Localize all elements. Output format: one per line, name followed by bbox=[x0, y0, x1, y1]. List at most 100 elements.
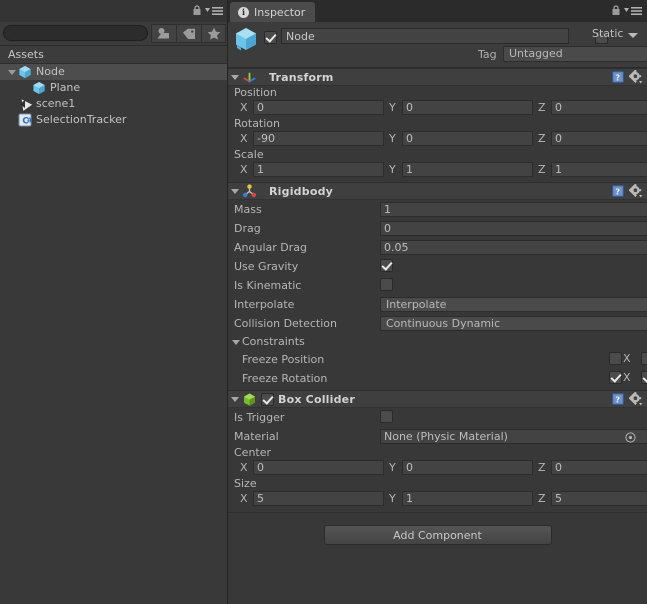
component-header-actions: ? bbox=[611, 184, 643, 198]
foldout-arrow-icon[interactable] bbox=[228, 390, 242, 408]
gameobject-active-checkbox[interactable] bbox=[264, 30, 277, 44]
tab-label: Inspector bbox=[254, 5, 306, 19]
info-icon: i bbox=[238, 6, 249, 18]
chevron-down-icon[interactable] bbox=[4, 64, 18, 80]
scale-vector3: X Y Z bbox=[228, 161, 647, 179]
game-object-header: Static Tag Untagged Layer Default bbox=[228, 22, 647, 68]
material-label: Material bbox=[234, 430, 279, 443]
help-book-icon[interactable]: ? bbox=[611, 392, 625, 406]
component-header-transform[interactable]: Transform ? bbox=[228, 68, 647, 86]
constraints-foldout[interactable]: Constraints bbox=[228, 333, 647, 350]
size-z-field[interactable] bbox=[551, 491, 647, 506]
component-title: Transform bbox=[269, 70, 334, 84]
help-book-icon[interactable]: ? bbox=[611, 70, 625, 84]
transform-axis-icon bbox=[243, 72, 256, 82]
foldout-arrow-icon[interactable] bbox=[228, 182, 242, 200]
material-value: None (Physic Material) bbox=[384, 430, 508, 443]
freeze-position-x-checkbox[interactable] bbox=[609, 352, 622, 365]
angular-drag-field[interactable] bbox=[380, 240, 647, 255]
use-gravity-checkbox[interactable] bbox=[380, 259, 393, 272]
position-x-field[interactable] bbox=[253, 100, 384, 115]
chevron-down-icon[interactable] bbox=[628, 33, 638, 38]
component-title: Box Collider bbox=[278, 392, 355, 406]
drag-field[interactable] bbox=[380, 221, 647, 236]
position-y-field[interactable] bbox=[402, 100, 533, 115]
is-kinematic-checkbox[interactable] bbox=[380, 278, 393, 291]
object-picker-icon[interactable] bbox=[625, 432, 636, 443]
transform-position-group: Position X Y Z bbox=[228, 86, 647, 117]
freeze-rotation-x[interactable]: X bbox=[608, 371, 631, 384]
freeze-position-y[interactable]: Y bbox=[640, 352, 647, 365]
center-z-field[interactable] bbox=[551, 460, 647, 475]
panel-menu-icon[interactable] bbox=[205, 6, 223, 16]
constraints-label: Constraints bbox=[242, 335, 305, 348]
rotation-z-field[interactable] bbox=[551, 131, 647, 146]
label-icon[interactable] bbox=[176, 24, 201, 43]
gear-icon[interactable] bbox=[629, 184, 643, 198]
center-x-field[interactable] bbox=[253, 460, 384, 475]
tag-value: Untagged bbox=[509, 47, 563, 60]
use-gravity-label: Use Gravity bbox=[234, 260, 299, 273]
axis-label-z: Z bbox=[538, 101, 546, 114]
center-y-field[interactable] bbox=[402, 460, 533, 475]
freeze-position-y-checkbox[interactable] bbox=[641, 352, 647, 365]
foldout-arrow-icon[interactable] bbox=[232, 337, 241, 347]
lock-icon[interactable] bbox=[192, 5, 202, 16]
axis-label-y: Y bbox=[389, 163, 396, 176]
search-input[interactable] bbox=[3, 25, 148, 41]
rigidbody-use-gravity-row: Use Gravity bbox=[228, 257, 647, 276]
mass-field[interactable] bbox=[380, 202, 647, 217]
panel-menu-icon[interactable] bbox=[624, 6, 642, 16]
position-z-field[interactable] bbox=[551, 100, 647, 115]
prefab-cube-icon bbox=[33, 82, 45, 94]
component-header-box-collider[interactable]: Box Collider ? bbox=[228, 390, 647, 408]
favorite-star-icon[interactable] bbox=[201, 24, 226, 43]
freeze-rotation-y-checkbox[interactable] bbox=[641, 371, 647, 384]
list-item[interactable]: scene1 bbox=[0, 96, 228, 112]
add-component-button[interactable]: Add Component bbox=[323, 525, 552, 545]
interpolate-dropdown[interactable]: Interpolate bbox=[380, 297, 647, 312]
scale-y-field[interactable] bbox=[402, 162, 533, 177]
rotation-y-field[interactable] bbox=[402, 131, 533, 146]
gear-icon[interactable] bbox=[629, 392, 643, 406]
tab-inspector[interactable]: i Inspector bbox=[230, 2, 316, 22]
list-item-label: Node bbox=[36, 65, 65, 78]
list-item[interactable]: C # SelectionTracker bbox=[0, 112, 228, 128]
rigidbody-is-kinematic-row: Is Kinematic bbox=[228, 276, 647, 295]
tag-label: Tag bbox=[478, 48, 497, 61]
freeze-rotation-x-checkbox[interactable] bbox=[609, 371, 622, 384]
help-book-icon[interactable]: ? bbox=[611, 184, 625, 198]
drag-label: Drag bbox=[234, 222, 261, 235]
lock-icon[interactable] bbox=[611, 5, 621, 16]
scale-z-field[interactable] bbox=[551, 162, 647, 177]
collision-detection-dropdown[interactable]: Continuous Dynamic bbox=[380, 316, 647, 331]
component-header-rigidbody[interactable]: Rigidbody ? bbox=[228, 182, 647, 200]
freeze-rotation-y[interactable]: Y bbox=[640, 371, 647, 384]
rigidbody-collision-detection-row: Collision Detection Continuous Dynamic bbox=[228, 314, 647, 333]
is-trigger-checkbox[interactable] bbox=[380, 410, 393, 423]
svg-text:#: # bbox=[27, 117, 32, 125]
size-x-field[interactable] bbox=[253, 491, 384, 506]
scale-x-field[interactable] bbox=[253, 162, 384, 177]
box-collider-enable-checkbox[interactable] bbox=[261, 392, 274, 406]
axis-label-y: Y bbox=[389, 132, 396, 145]
rigidbody-drag-row: Drag bbox=[228, 219, 647, 238]
axis-label-z: Z bbox=[538, 132, 546, 145]
list-item[interactable]: Plane bbox=[0, 80, 228, 96]
freeze-position-x[interactable]: X bbox=[608, 352, 631, 365]
gear-icon[interactable] bbox=[629, 70, 643, 84]
list-item[interactable]: Node bbox=[0, 64, 228, 80]
prefab-cube-icon bbox=[19, 66, 31, 78]
tag-dropdown[interactable]: Untagged bbox=[503, 46, 647, 62]
create-asset-icon[interactable] bbox=[151, 24, 176, 43]
size-y-field[interactable] bbox=[402, 491, 533, 506]
material-object-field[interactable]: None (Physic Material) bbox=[380, 429, 647, 444]
object-name-field[interactable] bbox=[281, 28, 569, 44]
rotation-x-field[interactable] bbox=[253, 131, 384, 146]
axis-label-z: Z bbox=[538, 163, 546, 176]
axis-label-z: Z bbox=[538, 461, 546, 474]
foldout-arrow-icon[interactable] bbox=[228, 68, 242, 86]
